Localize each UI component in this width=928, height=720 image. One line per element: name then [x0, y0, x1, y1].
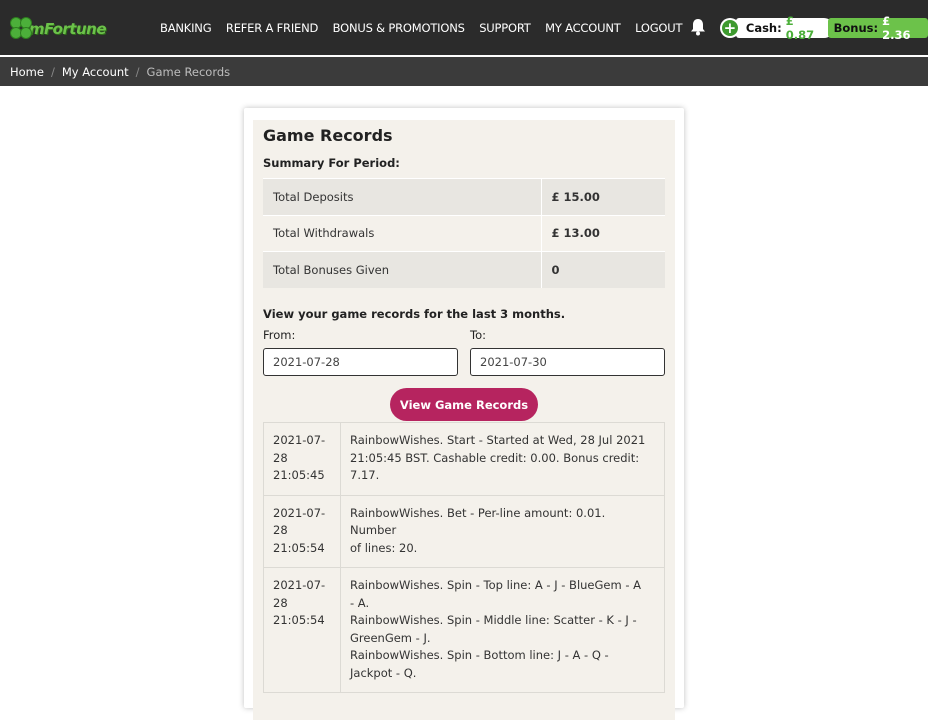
record-message-line: RainbowWishes. Spin - Bottom line: J - A… — [350, 648, 609, 662]
record-row: 2021-07- 28 21:05:54 RainbowWishes. Spin - … — [263, 567, 665, 693]
record-message-line: RainbowWishes. Bet - Per-line amount: 0.… — [350, 505, 606, 538]
game-records-table: 2021-07- 28 21:05:45 RainbowWishes. Start -… — [263, 422, 665, 693]
breadcrumb: Home / My Account / Game Records — [0, 57, 928, 86]
to-label: To: — [470, 328, 486, 342]
cash-balance[interactable]: Cash: £ 0.87 — [735, 14, 834, 42]
page-title: Game Records — [263, 126, 393, 145]
clover-icon — [10, 17, 32, 41]
record-date-line: 21:05:45 — [273, 468, 325, 482]
bonus-value: £ 2.36 — [882, 14, 911, 42]
record-message-line: of lines: 20. — [350, 540, 418, 555]
period-instructions: View your game records for the last 3 mo… — [263, 307, 566, 321]
record-date-line: 2021-07- — [273, 578, 326, 592]
record-date: 2021-07- 28 21:05:54 — [263, 567, 341, 693]
cash-value: £ 0.87 — [785, 14, 815, 42]
summary-label: Total Deposits — [263, 178, 542, 215]
record-message: RainbowWishes. Bet - Per-line amount: 0.… — [340, 494, 665, 568]
record-message-line: RainbowWishes. Spin - Middle line: Scatt… — [350, 613, 637, 627]
nav-my-account[interactable]: MY ACCOUNT — [545, 21, 621, 35]
summary-table: Total Deposits £ 15.00 Total Withdrawals… — [263, 178, 665, 288]
from-label: From: — [263, 328, 296, 342]
view-game-records-button[interactable]: View Game Records — [390, 388, 538, 421]
nav-banking[interactable]: BANKING — [160, 21, 212, 35]
record-message-line: GreenGem - J. — [350, 630, 431, 645]
record-message-line: Jackpot - Q. — [350, 665, 417, 680]
record-date-line: 28 — [273, 523, 288, 537]
to-date-input[interactable] — [470, 348, 665, 376]
add-funds-button[interactable]: + — [720, 18, 740, 38]
wallet-balance: + Cash: £ 0.87 Bonus: £ 2.36 — [720, 14, 928, 42]
top-navbar: mFortune BANKING REFER A FRIEND BONUS & … — [0, 0, 928, 55]
record-row: 2021-07- 28 21:05:45 RainbowWishes. Start -… — [263, 422, 665, 496]
record-message: RainbowWishes. Spin - Top line: A - J - … — [340, 567, 665, 693]
summary-value: £ 15.00 — [541, 178, 665, 215]
breadcrumb-separator: / — [135, 64, 140, 79]
record-date-line: 2021-07- — [273, 505, 326, 520]
record-row: 2021-07- 28 21:05:54 RainbowWishes. Bet - P… — [263, 494, 665, 568]
cash-label: Cash: — [745, 21, 782, 35]
summary-value: £ 13.00 — [541, 214, 665, 252]
record-date-line: 28 — [273, 595, 288, 610]
bonus-label: Bonus: — [833, 21, 879, 35]
main-nav: BANKING REFER A FRIEND BONUS & PROMOTION… — [160, 0, 697, 55]
record-date-line: 21:05:54 — [273, 540, 325, 555]
breadcrumb-current: Game Records — [146, 64, 231, 79]
record-date: 2021-07- 28 21:05:45 — [263, 422, 341, 496]
game-records-panel: Game Records Summary For Period: Total D… — [253, 120, 675, 720]
plus-icon: + — [721, 19, 738, 37]
record-message-line: 21:05:45 BST. Cashable credit: 0.00. Bon… — [350, 450, 640, 483]
summary-row: Total Bonuses Given 0 — [263, 251, 665, 288]
nav-refer-a-friend[interactable]: REFER A FRIEND — [226, 21, 318, 35]
record-message-line: - A. — [350, 595, 370, 610]
summary-value: 0 — [541, 251, 665, 288]
brand-logo[interactable]: mFortune — [10, 14, 107, 44]
nav-support[interactable]: SUPPORT — [479, 21, 531, 35]
summary-heading: Summary For Period: — [263, 156, 400, 170]
game-records-card: Game Records Summary For Period: Total D… — [244, 108, 684, 720]
record-message-line: RainbowWishes. Spin - Top line: A - J - … — [350, 578, 642, 592]
summary-row: Total Deposits £ 15.00 — [263, 178, 665, 215]
breadcrumb-separator: / — [50, 64, 55, 79]
summary-row: Total Withdrawals £ 13.00 — [263, 214, 665, 252]
nav-bonus-promotions[interactable]: BONUS & PROMOTIONS — [333, 21, 465, 35]
summary-label: Total Withdrawals — [263, 214, 542, 252]
bonus-balance[interactable]: Bonus: £ 2.36 — [827, 14, 928, 42]
record-message: RainbowWishes. Start - Started at Wed, 2… — [340, 422, 665, 496]
breadcrumb-my-account[interactable]: My Account — [62, 65, 129, 79]
from-date-input[interactable] — [263, 348, 458, 376]
summary-label: Total Bonuses Given — [263, 251, 542, 288]
record-message-line: RainbowWishes. Start - Started at Wed, 2… — [350, 433, 646, 447]
bell-icon[interactable] — [690, 18, 706, 36]
record-date-line: 2021-07- — [273, 433, 326, 447]
record-date: 2021-07- 28 21:05:54 — [263, 494, 341, 568]
record-date-line: 21:05:54 — [273, 613, 325, 627]
nav-logout[interactable]: LOGOUT — [635, 21, 682, 35]
record-date-line: 28 — [273, 450, 288, 465]
logo-text: mFortune — [28, 20, 107, 38]
breadcrumb-home[interactable]: Home — [10, 65, 44, 79]
